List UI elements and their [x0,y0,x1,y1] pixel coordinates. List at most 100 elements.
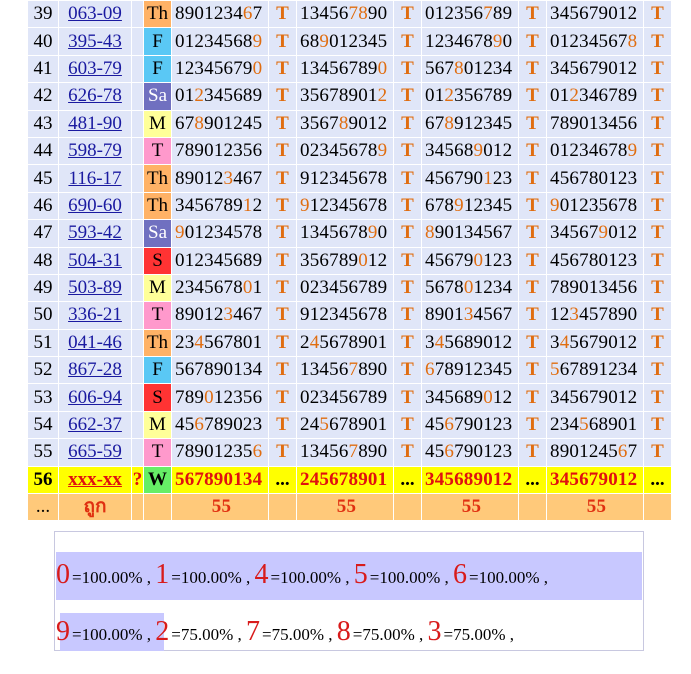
hit-count: 55 [171,493,269,522]
day-badge: F [143,356,172,385]
hit-mark: T [268,356,297,385]
hit-mark: T [643,301,672,330]
lottery-number-link[interactable]: 606-94 [68,387,122,408]
lottery-number-cell[interactable]: 665-59 [58,438,132,467]
digit-sequence: 345689012 [421,328,519,358]
lottery-number-cell[interactable]: 503-89 [58,273,132,303]
table-row: 51 041-46 Th 234567801 T 245678901 T 345689012 T… [27,328,672,358]
row-number: 51 [27,328,59,358]
spacer-cell [131,191,144,221]
lottery-number-link[interactable]: 593-42 [68,222,122,243]
matched-digit: 6 [252,441,263,463]
lottery-number-link[interactable]: 503-89 [68,277,122,298]
lottery-number-link[interactable]: 063-09 [68,3,122,24]
current-row: 56 xxx-xx? W 567890134... 245678901... 345689… [27,465,672,495]
stat-separator: , [142,568,151,587]
spacer-cell [131,54,144,84]
stat-separator: , [341,568,350,587]
lottery-number-cell[interactable]: 041-46 [58,328,132,358]
lottery-number-cell[interactable]: 116-17 [58,164,132,193]
day-badge: Sa [143,219,172,248]
hit-mark: T [268,383,297,412]
lottery-number-cell[interactable]: 395-43 [58,27,132,56]
stat-percent: =100.00% [72,568,143,587]
hit-mark: T [518,246,547,275]
lottery-number-link[interactable]: 690-60 [68,195,122,216]
matched-digit: 9 [550,194,560,216]
day-badge: M [143,273,172,303]
hit-mark: T [393,164,422,193]
digit-sequence: 234567801 [171,328,269,358]
hit-mark: T [643,383,672,412]
row-number: 41 [27,54,59,84]
lottery-number-cell[interactable]: 336-21 [58,301,132,330]
unknown-marker: ? [131,465,144,495]
lottery-number-link[interactable]: 665-59 [68,441,122,462]
hit-mark: T [268,136,297,166]
pending-mark: ... [643,465,672,495]
digit-sequence: 345679012 [546,465,644,495]
stats-line-2: 9 =100.00% , 2 =75.00% , 7 =75.00% , 8 =75.0… [56,616,514,648]
spacer-cell [131,301,144,330]
day-badge: S [143,246,172,275]
spacer-cell [131,136,144,166]
lottery-number-link[interactable]: xxx-xx [68,469,122,490]
lottery-number-cell[interactable]: 593-42 [58,219,132,248]
lottery-number-cell[interactable]: 690-60 [58,191,132,221]
lottery-number-cell[interactable]: 063-09 [58,0,132,29]
matched-digit: 8 [358,3,368,25]
hit-mark: T [268,164,297,193]
hit-mark: T [393,109,422,138]
lottery-number-cell[interactable]: 603-79 [58,54,132,84]
digit-sequence: 345679012 [546,383,644,412]
row-number: 40 [27,27,59,56]
digit-sequence: 234567801 [171,273,269,303]
spacer-cell [131,109,144,138]
lottery-number-link[interactable]: 041-46 [68,332,122,353]
lottery-number-link[interactable]: 504-31 [68,250,122,271]
summary-label: ถูก [58,493,132,522]
stats-line-1: 0 =100.00% , 1 =100.00% , 4 =100.00% , 5 =10… [56,559,548,591]
stat-separator: , [233,625,242,644]
lottery-number-link[interactable]: 395-43 [68,31,122,52]
digit-sequence: 356789012 [296,109,394,138]
day-badge: Th [143,191,172,221]
lottery-number-cell[interactable]: 626-78 [58,82,132,111]
digit-sequence: 345679012 [546,0,644,29]
hit-mark: T [643,54,672,84]
lottery-number-link[interactable]: 598-79 [68,140,122,161]
stat-separator: , [324,625,333,644]
lottery-number-cell[interactable]: 606-94 [58,383,132,412]
lottery-number-link[interactable]: 867-28 [68,359,122,380]
matched-digit: 4 [309,331,320,353]
hit-mark: T [268,109,297,138]
lottery-number-link[interactable]: 481-90 [68,113,122,134]
lottery-number-link[interactable]: 626-78 [68,85,122,106]
lottery-number-cell[interactable]: 662-37 [58,410,132,440]
lottery-number-cell[interactable]: 867-28 [58,356,132,385]
lottery-number-cell[interactable]: xxx-xx [58,465,132,495]
lottery-number-cell[interactable]: 598-79 [58,136,132,166]
digit-sequence: 245678901 [296,465,394,495]
digit-sequence: 023456789 [296,383,394,412]
lottery-number-link[interactable]: 603-79 [68,58,122,79]
lottery-number-link[interactable]: 116-17 [68,168,121,189]
matched-digit: 2 [377,85,388,107]
hit-mark: T [643,273,672,303]
digit-sequence: 345689012 [421,383,519,412]
digit-sequence: 012346789 [546,82,644,111]
lottery-number-link[interactable]: 662-37 [68,414,122,435]
matched-digit: 7 [348,3,359,25]
lottery-number-link[interactable]: 336-21 [68,304,122,325]
lottery-number-cell[interactable]: 504-31 [58,246,132,275]
digit-sequence: 134567890 [296,356,394,385]
stat-digit: 0 [56,559,70,590]
digit-sequence: 012345678 [546,27,644,56]
spacer-cell [131,438,144,467]
stat-digit: 5 [353,559,368,590]
stat-separator: , [142,625,151,644]
day-badge: S [143,383,172,412]
lottery-number-cell[interactable]: 481-90 [58,109,132,138]
digit-sequence: 890123467 [171,0,269,29]
matched-digit: 9 [627,140,638,162]
